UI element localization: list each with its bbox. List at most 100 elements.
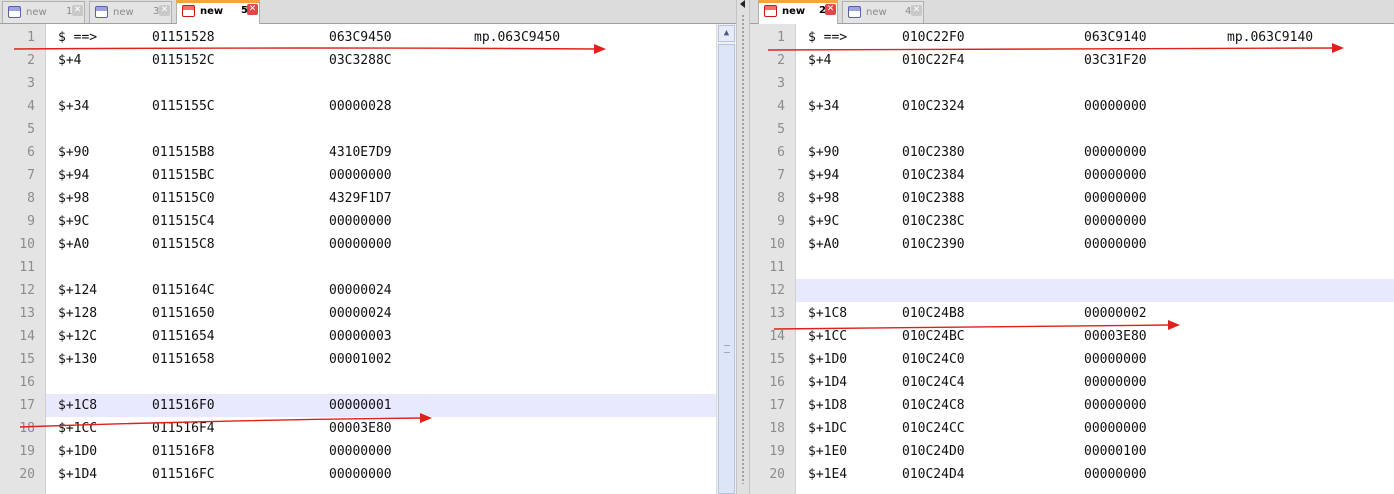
right-editor[interactable]: 1 2 3 4 5 6 7 8 9 10 11 12 13 14 15 16 17 18 19 20 $ ==> 010… [750,24,1394,494]
close-icon[interactable]: ✕ [247,4,258,15]
address-cell: 010C24C0 [902,352,965,367]
offset-cell: $+1E0 [808,444,848,459]
address-cell: 010C238C [902,214,965,229]
line-number-gutter: 1 2 3 4 5 6 7 8 9 10 11 12 13 14 15 16 17 18 19 20 [750,24,796,494]
line-number: 3 [777,76,785,91]
vertical-scrollbar[interactable]: ▲ [716,24,736,494]
text-line[interactable]: $+1D0 010C24C0 00000000 [796,348,1394,371]
current-line[interactable] [796,279,1394,302]
close-icon[interactable]: ✕ [159,5,170,16]
text-line[interactable] [46,118,736,141]
left-editor[interactable]: 1 2 3 4 5 6 7 8 9 10 11 12 13 14 15 16 17 18 19 20 $ ==> 011… [0,24,736,494]
offset-cell: $+12C [58,329,98,344]
collapse-arrow-icon[interactable] [740,0,745,8]
value-cell: 00000000 [1084,467,1147,482]
offset-cell: $+90 [808,145,840,160]
text-area[interactable]: $ ==> 01151528 063C9450 mp.063C9450 $+4 01151… [46,24,736,494]
text-line[interactable] [796,118,1394,141]
tab-new-5[interactable]: new 5 ✕ [176,0,260,24]
address-cell: 0115152C [152,53,215,68]
text-line[interactable]: $+98 010C2388 00000000 [796,187,1394,210]
value-cell: 4329F1D7 [329,191,392,206]
line-number: 8 [777,191,785,206]
text-line[interactable]: $+130 01151658 00001002 [46,348,736,371]
text-line[interactable] [46,256,736,279]
text-line[interactable]: $ ==> 010C22F0 063C9140 mp.063C9140 [796,26,1394,49]
line-number: 1 [27,30,35,45]
text-area[interactable]: $ ==> 010C22F0 063C9140 mp.063C9140 $+4 010C2… [796,24,1394,494]
text-line[interactable]: $+1E0 010C24D0 00000100 [796,440,1394,463]
tab-new-2[interactable]: new 2 ✕ [758,0,838,24]
text-line[interactable] [796,72,1394,95]
text-line[interactable]: $+124 0115164C 00000024 [46,279,736,302]
text-line[interactable]: $+1D0 011516F8 00000000 [46,440,736,463]
text-line[interactable]: $+1D8 010C24C8 00000000 [796,394,1394,417]
text-line[interactable]: $+1D4 010C24C4 00000000 [796,371,1394,394]
offset-cell: $+4 [808,53,832,68]
scroll-thumb[interactable] [718,44,735,494]
text-line[interactable]: $+34 010C2324 00000000 [796,95,1394,118]
current-line[interactable]: $+1C8 011516F0 00000001 [46,394,736,417]
text-line[interactable]: $+1DC 010C24CC 00000000 [796,417,1394,440]
text-line[interactable]: $+4 010C22F4 03C31F20 [796,49,1394,72]
close-icon[interactable]: ✕ [825,4,836,15]
address-cell: 010C2388 [902,191,965,206]
line-number: 19 [19,444,35,459]
offset-cell: $+9C [58,214,90,229]
address-cell: 011515BC [152,168,215,183]
scroll-up-button[interactable]: ▲ [718,25,735,42]
text-line[interactable]: $+1CC 011516F4 00003E80 [46,417,736,440]
offset-cell: $ ==> [808,30,848,45]
line-number: 18 [769,421,785,436]
tab-new-1[interactable]: new 1 ✕ [2,1,85,23]
document-icon [182,5,195,17]
line-number: 8 [27,191,35,206]
value-cell: 00000100 [1084,444,1147,459]
text-line[interactable]: $+9C 011515C4 00000000 [46,210,736,233]
text-line[interactable]: $+34 0115155C 00000028 [46,95,736,118]
splitter-grip-icon [741,14,745,484]
line-number: 14 [19,329,35,344]
text-line[interactable]: $+128 01151650 00000024 [46,302,736,325]
text-line[interactable]: $+4 0115152C 03C3288C [46,49,736,72]
text-line[interactable] [46,72,736,95]
line-number: 7 [777,168,785,183]
document-icon [8,6,21,18]
tab-new-4[interactable]: new 4 ✕ [842,1,924,23]
line-number: 5 [27,122,35,137]
line-number: 16 [19,375,35,390]
line-number: 2 [27,53,35,68]
offset-cell: $+1D8 [808,398,848,413]
value-cell: 00003E80 [329,421,392,436]
address-cell: 011516F0 [152,398,215,413]
text-line[interactable] [796,256,1394,279]
text-line[interactable]: $+A0 011515C8 00000000 [46,233,736,256]
text-line[interactable]: $+94 011515BC 00000000 [46,164,736,187]
text-line[interactable]: $+90 010C2380 00000000 [796,141,1394,164]
text-line[interactable]: $+12C 01151654 00000003 [46,325,736,348]
grip-icon [724,345,730,353]
text-line[interactable]: $+1CC 010C24BC 00003E80 [796,325,1394,348]
text-line[interactable]: $+1D4 011516FC 00000000 [46,463,736,486]
text-line[interactable]: $+1E4 010C24D4 00000000 [796,463,1394,486]
text-line[interactable] [46,371,736,394]
line-number: 12 [769,283,785,298]
text-line[interactable]: $+94 010C2384 00000000 [796,164,1394,187]
line-number: 15 [769,352,785,367]
value-cell: 4310E7D9 [329,145,392,160]
text-line[interactable]: $+9C 010C238C 00000000 [796,210,1394,233]
text-line[interactable]: $ ==> 01151528 063C9450 mp.063C9450 [46,26,736,49]
offset-cell: $+9C [808,214,840,229]
pane-splitter[interactable] [736,0,750,494]
text-line[interactable]: $+90 011515B8 4310E7D9 [46,141,736,164]
text-line[interactable]: $+1C8 010C24B8 00000002 [796,302,1394,325]
value-cell: 00000000 [1084,145,1147,160]
close-icon[interactable]: ✕ [911,5,922,16]
tab-new-3[interactable]: new 3 ✕ [89,1,172,23]
close-icon[interactable]: ✕ [72,5,83,16]
document-icon [848,6,861,18]
text-line[interactable]: $+98 011515C0 4329F1D7 [46,187,736,210]
tab-label: new [866,7,887,18]
line-number: 6 [777,145,785,160]
text-line[interactable]: $+A0 010C2390 00000000 [796,233,1394,256]
